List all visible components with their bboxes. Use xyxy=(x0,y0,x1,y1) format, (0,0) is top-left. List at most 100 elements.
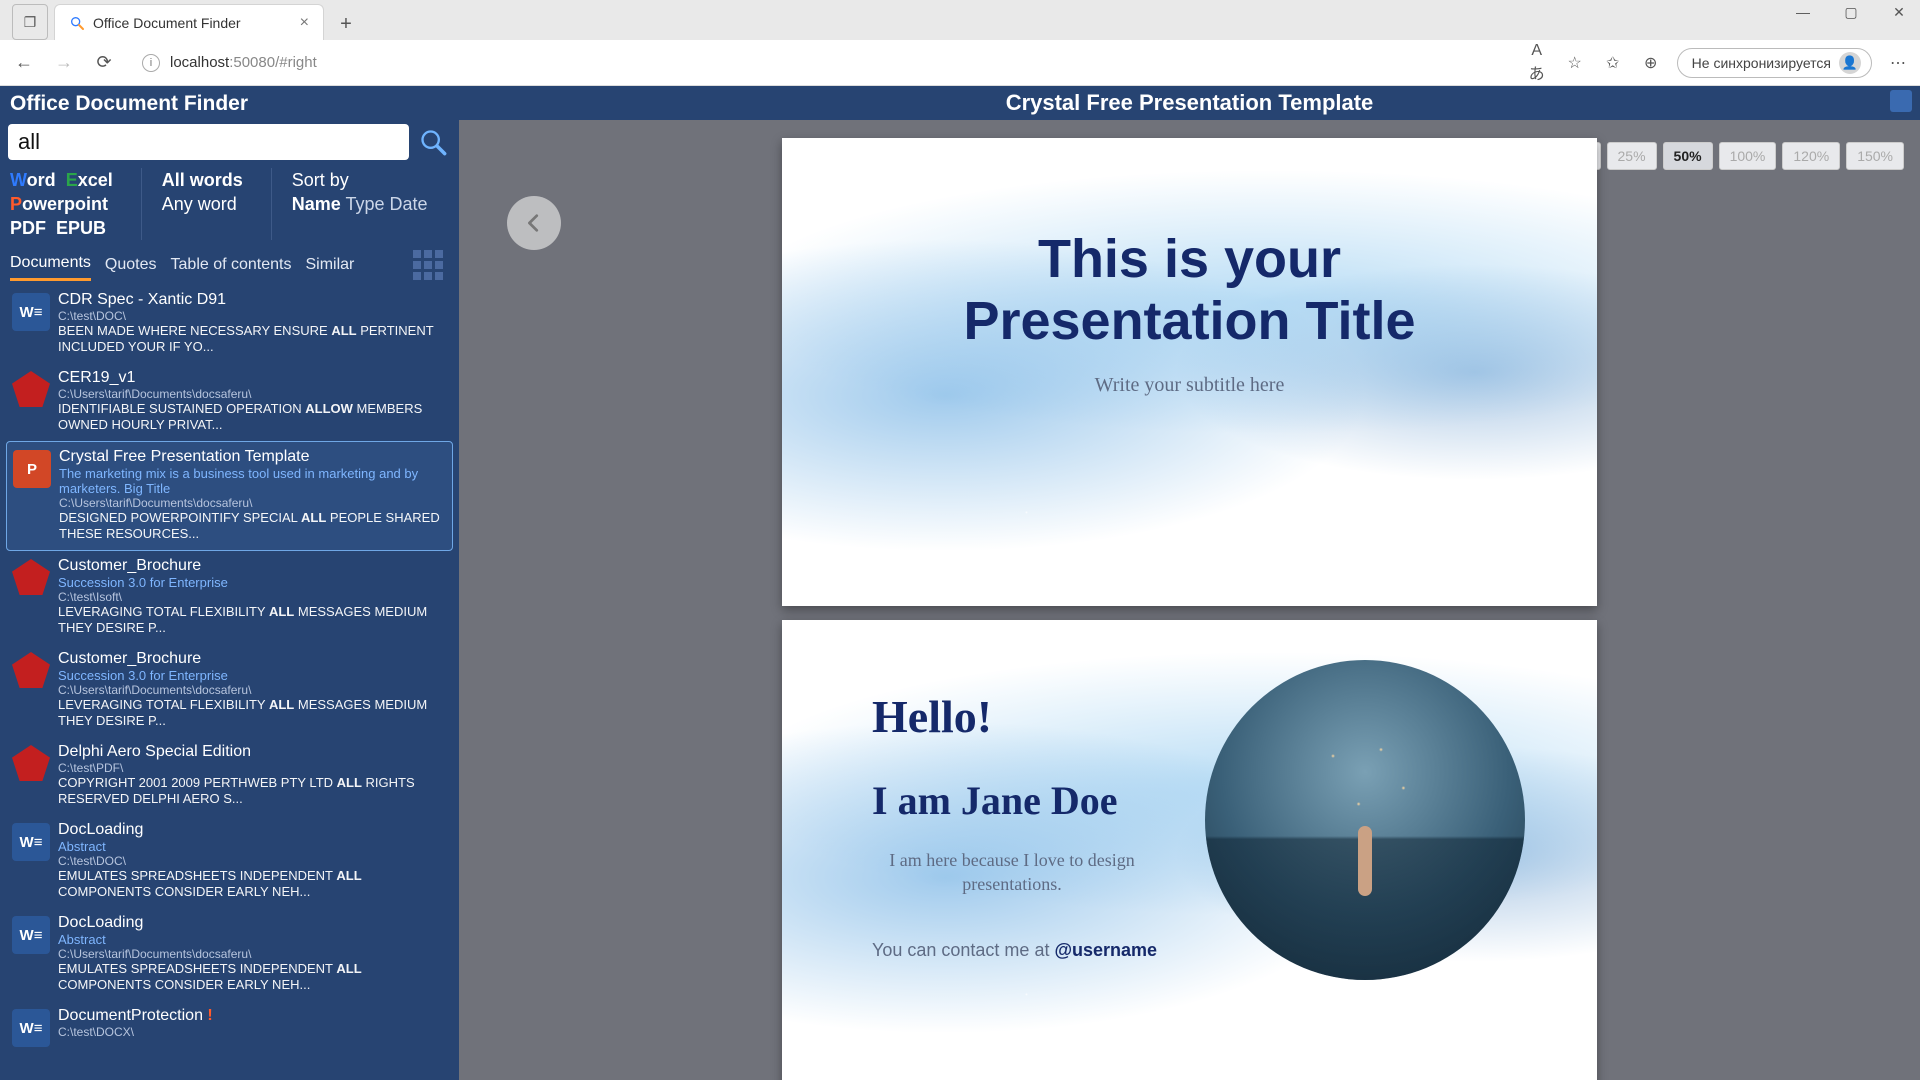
result-item[interactable]: W≡ DocumentProtection !C:\test\DOCX\ xyxy=(6,1001,453,1055)
reading-mode-icon[interactable]: Aあ xyxy=(1525,42,1549,84)
pdf-file-icon xyxy=(12,745,50,781)
slide2-desc: I am here because I love to design prese… xyxy=(872,848,1152,896)
nav-back-button[interactable]: ← xyxy=(10,52,38,73)
result-path: C:\test\DOC\ xyxy=(58,309,447,323)
result-path: C:\test\DOC\ xyxy=(58,854,447,868)
result-snippet: COPYRIGHT 2001 2009 PERTHWEB PTY LTD ALL… xyxy=(58,775,447,807)
result-item[interactable]: W≡DocLoadingAbstractC:\Users\tarif\Docum… xyxy=(6,908,453,1001)
slide2-iam: I am Jane Doe xyxy=(872,777,1597,824)
result-title: CDR Spec - Xantic D91 xyxy=(58,291,447,309)
result-snippet: EMULATES SPREADSHEETS INDEPENDENT ALL CO… xyxy=(58,961,447,993)
favorites-bar-icon[interactable]: ✩ xyxy=(1601,53,1625,73)
zoom-25[interactable]: 25% xyxy=(1607,142,1657,170)
tab-overview-button[interactable]: ❐ xyxy=(12,4,48,40)
result-item[interactable]: W≡ CDR Spec - Xantic D91C:\test\DOC\BEEN … xyxy=(6,285,453,363)
browser-menu-button[interactable]: ⋯ xyxy=(1886,53,1910,73)
result-subtitle: Abstract xyxy=(58,839,447,854)
zoom-50[interactable]: 50% xyxy=(1663,142,1713,170)
doc-file-icon: W≡ xyxy=(12,293,50,331)
sort-type[interactable]: Type xyxy=(345,194,384,214)
result-snippet: DESIGNED POWERPOINTIFY SPECIAL ALL PEOPL… xyxy=(59,510,446,542)
filter-pdf[interactable]: PDF xyxy=(10,218,46,238)
result-snippet: BEEN MADE WHERE NECESSARY ENSURE ALL PER… xyxy=(58,323,447,355)
result-path: C:\Users\tarif\Documents\docsaferu\ xyxy=(58,683,447,697)
tab-quotes[interactable]: Quotes xyxy=(105,256,157,280)
results-list[interactable]: W≡CDR Spec - Xantic D91C:\test\DOC\BEEN … xyxy=(0,281,459,1080)
doc-file-icon: W≡ xyxy=(12,1009,50,1047)
avatar-icon: 👤 xyxy=(1839,52,1861,74)
result-title: CER19_v1 xyxy=(58,369,447,387)
window-maximize-button[interactable]: ▢ xyxy=(1836,4,1866,21)
slide1-subtitle: Write your subtitle here xyxy=(782,374,1597,397)
sidebar: Office Document Finder all Word Excel Po… xyxy=(0,86,459,1080)
favorite-icon[interactable]: ☆ xyxy=(1563,53,1587,73)
search-button[interactable] xyxy=(415,124,451,160)
tab-documents[interactable]: Documents xyxy=(10,254,91,281)
result-subtitle: Succession 3.0 for Enterprise xyxy=(58,575,447,590)
url-field[interactable]: i localhost:50080/#right xyxy=(130,46,1513,80)
result-path: C:\test\DOCX\ xyxy=(58,1025,447,1039)
result-title: DocLoading xyxy=(58,821,447,839)
result-title: DocLoading xyxy=(58,914,447,932)
sort-name[interactable]: Name xyxy=(292,194,341,214)
zoom-150[interactable]: 150% xyxy=(1846,142,1904,170)
viewer-stage[interactable]: PDF ⇪ A4 A3 → 25% 50% 100% 120% 150% Thi… xyxy=(459,120,1920,1080)
window-minimize-button[interactable]: — xyxy=(1788,4,1818,21)
new-tab-button[interactable]: + xyxy=(330,8,362,40)
site-info-icon[interactable]: i xyxy=(142,54,160,72)
filter-word[interactable]: Word Excel xyxy=(10,168,113,192)
tab-close-icon[interactable]: × xyxy=(300,14,309,32)
grid-view-icon[interactable] xyxy=(413,250,443,280)
slide2-hello: Hello! xyxy=(872,690,1597,743)
result-snippet: IDENTIFIABLE SUSTAINED OPERATION ALLOW M… xyxy=(58,401,447,433)
window-close-button[interactable]: ✕ xyxy=(1884,4,1914,21)
result-snippet: EMULATES SPREADSHEETS INDEPENDENT ALL CO… xyxy=(58,868,447,900)
result-item[interactable]: Customer_BrochureSuccession 3.0 for Ente… xyxy=(6,551,453,644)
zoom-100[interactable]: 100% xyxy=(1719,142,1777,170)
pdf-file-icon xyxy=(12,652,50,688)
filter-match-mode: All words Any word xyxy=(162,168,272,240)
chevron-left-icon xyxy=(523,212,545,234)
result-path: C:\test\Isoft\ xyxy=(58,590,447,604)
result-subtitle: Abstract xyxy=(58,932,447,947)
browser-addressbar: ← → ⟳ i localhost:50080/#right Aあ ☆ ✩ ⊕ … xyxy=(0,40,1920,86)
search-icon xyxy=(419,128,447,156)
result-item[interactable]: PCrystal Free Presentation TemplateThe m… xyxy=(6,441,453,551)
filter-all-words[interactable]: All words xyxy=(162,168,243,192)
filter-excel[interactable]: E xyxy=(66,170,78,190)
browser-tab[interactable]: Office Document Finder × xyxy=(54,4,324,40)
zoom-120[interactable]: 120% xyxy=(1782,142,1840,170)
result-path: C:\test\PDF\ xyxy=(58,761,447,775)
nav-refresh-button[interactable]: ⟳ xyxy=(90,52,118,73)
slide1-title: This is yourPresentation Title xyxy=(782,228,1597,352)
result-item[interactable]: Delphi Aero Special EditionC:\test\PDF\C… xyxy=(6,737,453,815)
result-item[interactable]: W≡DocLoadingAbstractC:\test\DOC\EMULATES… xyxy=(6,815,453,908)
app-title: Office Document Finder xyxy=(0,86,459,124)
viewer-title: Crystal Free Presentation Template xyxy=(1006,90,1374,116)
result-title: Crystal Free Presentation Template xyxy=(59,448,446,466)
tab-title: Office Document Finder xyxy=(93,15,241,31)
filter-epub[interactable]: EPUB xyxy=(56,218,106,238)
result-item[interactable]: Customer_BrochureSuccession 3.0 for Ente… xyxy=(6,644,453,737)
url-text: localhost:50080/#right xyxy=(170,54,317,71)
profile-sync-pill[interactable]: Не синхронизируется 👤 xyxy=(1677,48,1872,78)
filter-powerpoint[interactable]: Powerpoint xyxy=(10,192,113,216)
nav-forward-button[interactable]: → xyxy=(50,52,78,73)
result-item[interactable]: CER19_v1C:\Users\tarif\Documents\docsafe… xyxy=(6,363,453,441)
browser-tabbar: ❐ Office Document Finder × + — ▢ ✕ xyxy=(0,0,1920,40)
result-title: DocumentProtection ! xyxy=(58,1007,447,1025)
slide2-contact: You can contact me at @username xyxy=(872,940,1597,961)
search-input[interactable]: all xyxy=(8,124,409,160)
result-path: C:\Users\tarif\Documents\docsaferu\ xyxy=(58,947,447,961)
viewer-menu-icon[interactable] xyxy=(1890,90,1912,112)
viewer-back-button[interactable] xyxy=(507,196,561,250)
filter-any-word[interactable]: Any word xyxy=(162,192,243,216)
tab-similar[interactable]: Similar xyxy=(305,256,354,280)
tab-toc[interactable]: Table of contents xyxy=(171,256,292,280)
tab-favicon xyxy=(69,15,85,31)
filter-filetypes: Word Excel Powerpoint PDF EPUB xyxy=(10,168,142,240)
result-snippet: LEVERAGING TOTAL FLEXIBILITY ALL MESSAGE… xyxy=(58,604,447,636)
sort-date[interactable]: Date xyxy=(390,194,428,214)
collections-icon[interactable]: ⊕ xyxy=(1639,53,1663,73)
result-title: Delphi Aero Special Edition xyxy=(58,743,447,761)
